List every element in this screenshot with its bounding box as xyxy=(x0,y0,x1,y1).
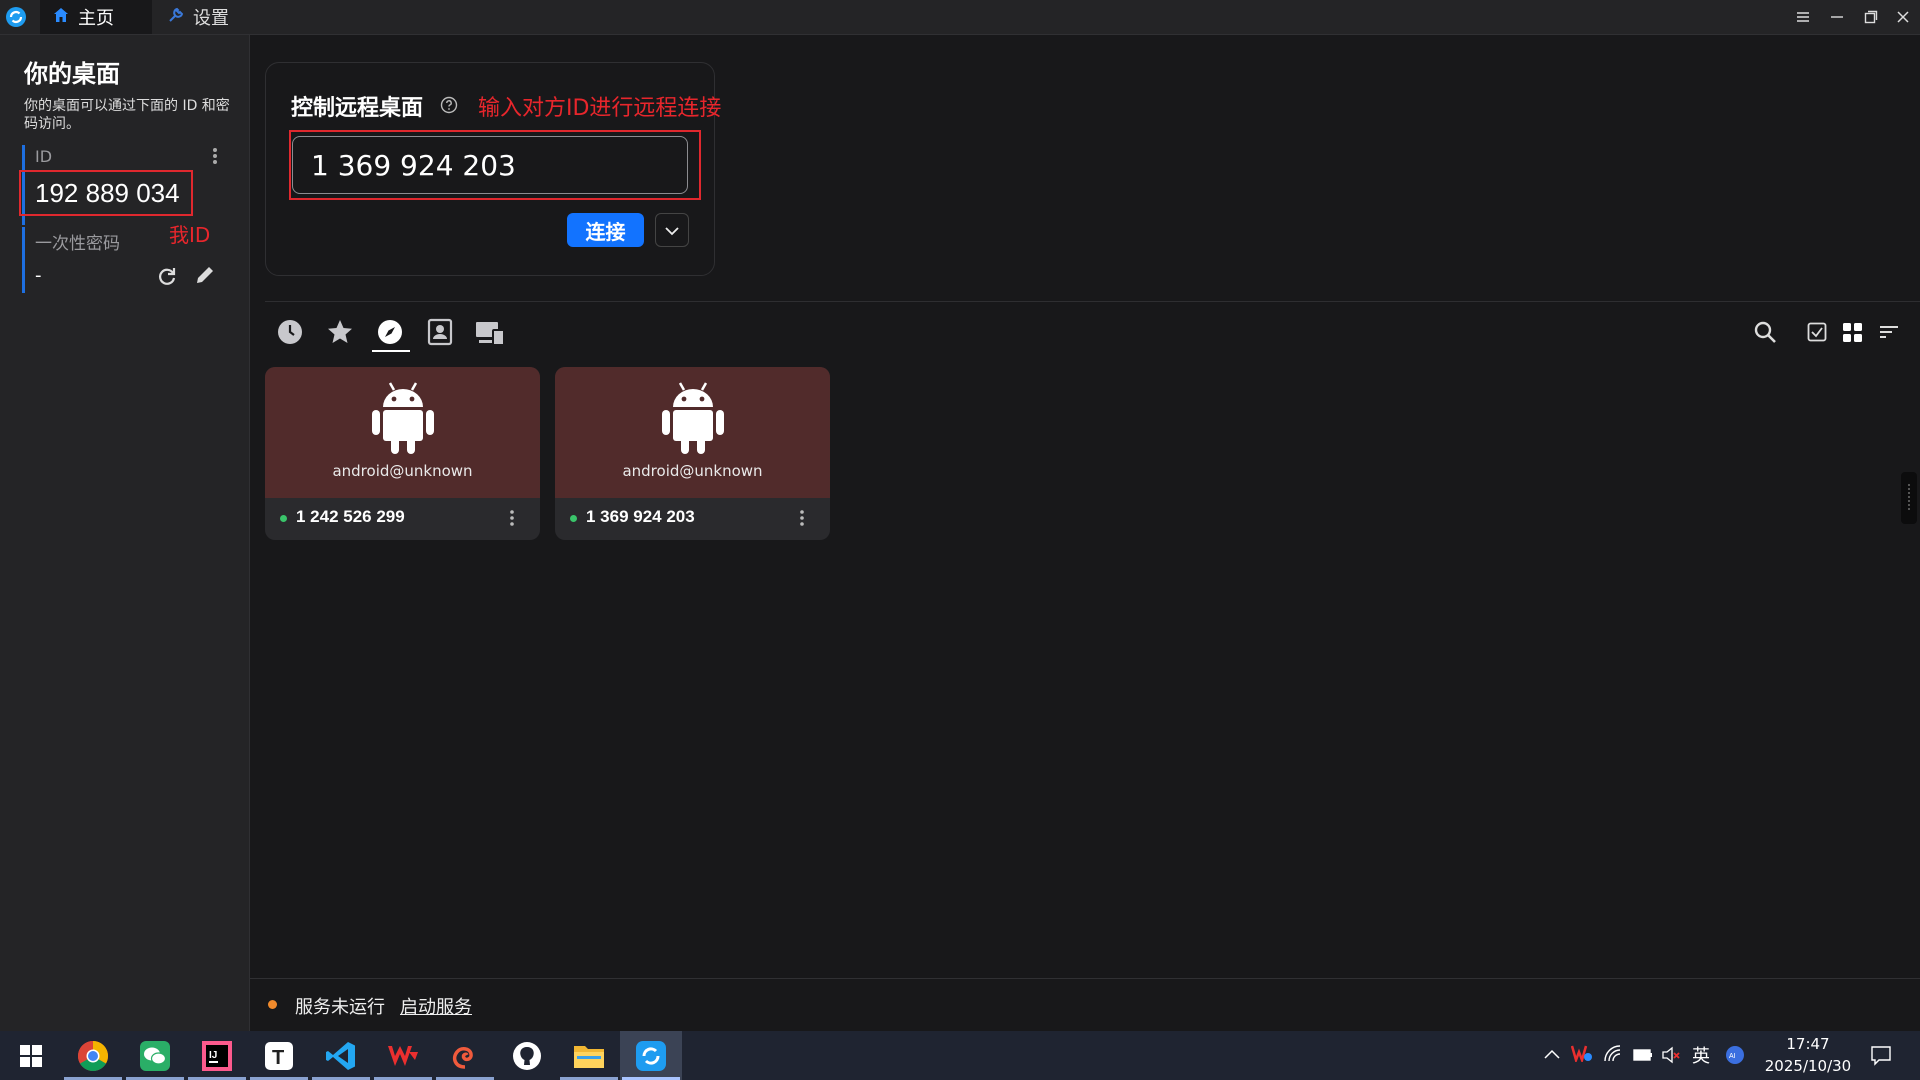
password-label: 一次性密码 xyxy=(35,234,120,254)
sort-icon[interactable] xyxy=(1879,324,1899,344)
title-bar: 主页 设置 xyxy=(0,0,1920,35)
start-service-link[interactable]: 启动服务 xyxy=(400,993,472,1019)
peer-name: android@unknown xyxy=(622,462,763,480)
tab-home[interactable]: 主页 xyxy=(40,0,152,34)
wifi-icon[interactable] xyxy=(1603,1045,1623,1067)
ime-indicator[interactable]: 英 xyxy=(1692,1042,1710,1068)
wrench-icon xyxy=(167,6,193,29)
peer-name: android@unknown xyxy=(332,462,473,480)
sidebar-title: 你的桌面 xyxy=(24,60,120,88)
discovered-icon[interactable] xyxy=(376,318,404,350)
github-icon[interactable] xyxy=(496,1031,558,1080)
peer-card-thumbnail: android@unknown xyxy=(265,367,540,498)
tab-settings-label: 设置 xyxy=(193,8,229,29)
connect-annotation: 输入对方ID进行远程连接 xyxy=(478,96,722,121)
tab-settings[interactable]: 设置 xyxy=(165,0,275,34)
connect-dropdown[interactable] xyxy=(655,213,689,247)
online-status-dot xyxy=(280,515,287,522)
id-label: ID xyxy=(35,147,53,166)
password-accent-bar xyxy=(22,227,25,293)
address-book-icon[interactable] xyxy=(427,318,453,350)
intellij-icon[interactable]: IJ xyxy=(186,1031,248,1080)
edit-password-icon[interactable] xyxy=(194,264,216,290)
status-bar xyxy=(250,978,1920,1032)
clock-time[interactable]: 17:47 xyxy=(1768,1035,1848,1053)
id-more-icon[interactable] xyxy=(210,146,220,170)
chevron-down-icon xyxy=(664,221,680,240)
remote-id-input[interactable] xyxy=(292,136,688,194)
sidebar-description: 你的桌面可以通过下面的 ID 和密码访问。 xyxy=(24,98,230,132)
peer-card-thumbnail: android@unknown xyxy=(555,367,830,498)
password-value: - xyxy=(35,265,42,286)
peer-card[interactable]: android@unknown 1 242 526 299 xyxy=(265,367,540,540)
windows-start-icon[interactable] xyxy=(0,1031,62,1080)
peer-card[interactable]: android@unknown 1 369 924 203 xyxy=(555,367,830,540)
connect-title: 控制远程桌面 xyxy=(291,96,424,121)
online-status-dot xyxy=(570,515,577,522)
ime-tray-icon[interactable]: AI xyxy=(1725,1045,1745,1069)
wps-tray-icon[interactable] xyxy=(1570,1044,1593,1066)
peer-id: 1 369 924 203 xyxy=(586,507,695,526)
my-id-annotation: 我ID xyxy=(169,223,211,247)
minimize-icon[interactable] xyxy=(1820,0,1854,34)
peer-id: 1 242 526 299 xyxy=(296,507,405,526)
wechat-icon[interactable] xyxy=(124,1031,186,1080)
search-icon[interactable] xyxy=(1753,320,1777,348)
group-icon[interactable] xyxy=(475,320,505,350)
peer-card-footer: 1 242 526 299 xyxy=(265,498,540,540)
rustdesk-icon[interactable] xyxy=(620,1031,682,1080)
vscode-icon[interactable] xyxy=(310,1031,372,1080)
tab-home-label: 主页 xyxy=(78,8,114,29)
typora-icon[interactable]: T xyxy=(248,1031,310,1080)
help-icon[interactable] xyxy=(440,96,458,118)
close-icon[interactable] xyxy=(1886,0,1920,34)
menu-icon[interactable] xyxy=(1786,0,1820,34)
app-logo-icon xyxy=(5,6,27,32)
peer-card-footer: 1 369 924 203 xyxy=(555,498,830,540)
svg-text:IJ: IJ xyxy=(209,1050,217,1061)
android-icon xyxy=(370,379,436,459)
swirl-app-icon[interactable] xyxy=(434,1031,496,1080)
clock-date[interactable]: 2025/10/30 xyxy=(1758,1057,1858,1075)
svg-text:T: T xyxy=(272,1047,284,1069)
chrome-icon[interactable] xyxy=(62,1031,124,1080)
svg-text:AI: AI xyxy=(1729,1053,1736,1060)
notifications-icon[interactable] xyxy=(1870,1044,1892,1070)
show-hidden-icons[interactable] xyxy=(1543,1046,1561,1065)
file-explorer-icon[interactable] xyxy=(558,1031,620,1080)
refresh-password-icon[interactable] xyxy=(156,265,178,291)
my-id-highlight xyxy=(19,170,193,216)
service-status-text: 服务未运行 xyxy=(295,997,385,1018)
android-icon xyxy=(660,379,726,459)
service-status-dot xyxy=(268,1000,277,1009)
home-icon xyxy=(52,6,78,29)
peer-more-icon[interactable] xyxy=(508,509,516,531)
side-drag-handle[interactable] xyxy=(1901,472,1917,524)
grid-view-icon[interactable] xyxy=(1843,323,1862,346)
tab-selected-underline xyxy=(372,350,410,352)
peer-more-icon[interactable] xyxy=(798,509,806,531)
volume-muted-icon[interactable] xyxy=(1661,1046,1681,1068)
select-icon[interactable] xyxy=(1807,322,1827,346)
restore-icon[interactable] xyxy=(1854,0,1888,34)
recent-icon[interactable] xyxy=(276,318,304,350)
connect-button[interactable]: 连接 xyxy=(567,213,644,247)
wps-icon[interactable] xyxy=(372,1031,434,1080)
favorites-icon[interactable] xyxy=(326,318,354,350)
divider xyxy=(265,301,1920,302)
battery-icon[interactable] xyxy=(1633,1047,1653,1066)
